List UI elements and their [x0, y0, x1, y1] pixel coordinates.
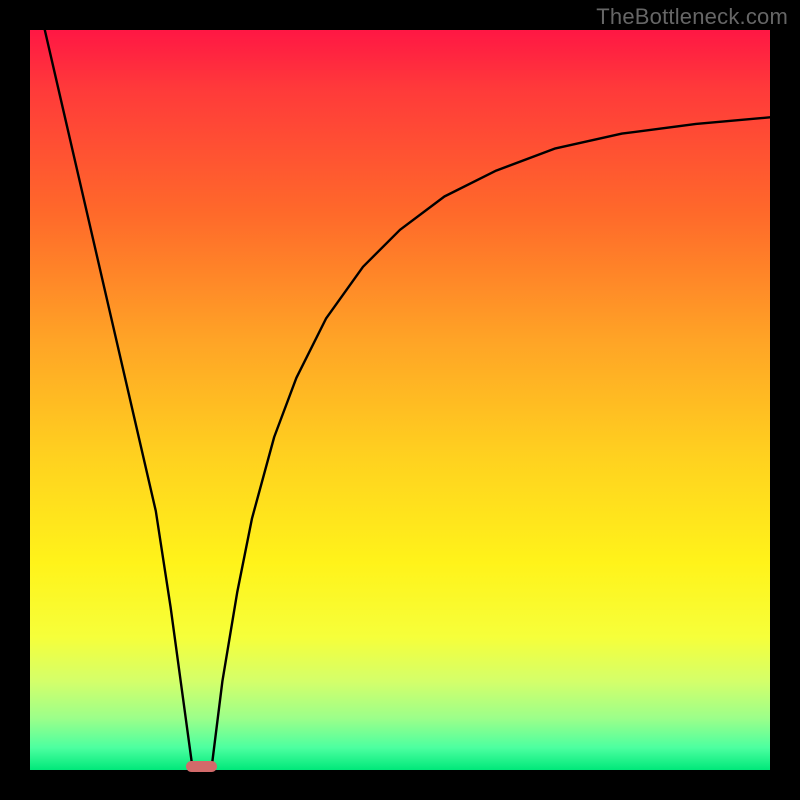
plot-area: [30, 30, 770, 770]
chart-frame: TheBottleneck.com: [0, 0, 800, 800]
curve-left-branch: [45, 30, 193, 770]
min-marker: [186, 761, 217, 772]
curve-right-branch: [211, 117, 770, 770]
curve-layer: [30, 30, 770, 770]
watermark-text: TheBottleneck.com: [596, 4, 788, 30]
